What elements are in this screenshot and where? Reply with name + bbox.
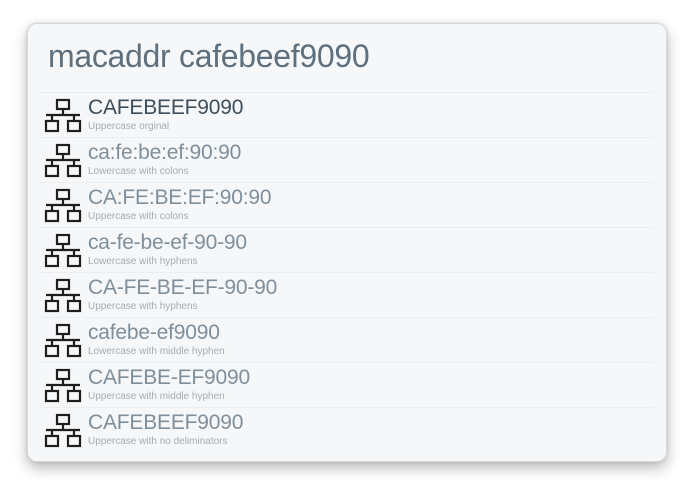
result-subtitle: Lowercase with colons: [88, 166, 189, 177]
launcher-window: macaddr cafebeef9090 CAFEBEEF9090 Upperc…: [27, 23, 667, 462]
result-subtitle: Uppercase orginal: [88, 121, 170, 132]
result-title: CAFEBEEF9090: [88, 96, 244, 119]
result-item[interactable]: CAFEBE-EF9090 Uppercase with middle hyph…: [40, 362, 654, 407]
query-input[interactable]: macaddr cafebeef9090: [48, 38, 370, 75]
result-subtitle: Lowercase with middle hyphen: [88, 346, 225, 357]
network-topology-icon: [44, 143, 82, 179]
result-subtitle: Uppercase with middle hyphen: [88, 391, 225, 402]
result-item[interactable]: ca-fe-be-ef-90-90 Lowercase with hyphens: [40, 227, 654, 272]
network-topology-icon: [44, 233, 82, 269]
result-item[interactable]: CA:FE:BE:EF:90:90 Uppercase with colons: [40, 182, 654, 227]
network-topology-icon: [44, 323, 82, 359]
result-subtitle: Uppercase with hyphens: [88, 301, 198, 312]
result-item[interactable]: ca:fe:be:ef:90:90 Lowercase with colons: [40, 137, 654, 182]
result-title: ca:fe:be:ef:90:90: [88, 141, 242, 164]
result-title: CAFEBE-EF9090: [88, 366, 250, 389]
result-item[interactable]: CAFEBEEF9090 Uppercase orginal: [40, 92, 654, 137]
result-item[interactable]: CA-FE-BE-EF-90-90 Uppercase with hyphens: [40, 272, 654, 317]
network-topology-icon: [44, 368, 82, 404]
network-topology-icon: [44, 278, 82, 314]
result-subtitle: Uppercase with colons: [88, 211, 189, 222]
result-title: ca-fe-be-ef-90-90: [88, 231, 247, 254]
network-topology-icon: [44, 188, 82, 224]
result-title: CAFEBEEF9090: [88, 411, 244, 434]
result-subtitle: Uppercase with no deliminators: [88, 436, 228, 447]
network-topology-icon: [44, 98, 82, 134]
result-item[interactable]: CAFEBEEF9090 Uppercase with no deliminat…: [40, 407, 654, 452]
result-title: cafebe-ef9090: [88, 321, 220, 344]
result-item[interactable]: cafebe-ef9090 Lowercase with middle hyph…: [40, 317, 654, 362]
result-subtitle: Lowercase with hyphens: [88, 256, 198, 267]
result-title: CA:FE:BE:EF:90:90: [88, 186, 272, 209]
result-title: CA-FE-BE-EF-90-90: [88, 276, 278, 299]
network-topology-icon: [44, 413, 82, 449]
results-list: CAFEBEEF9090 Uppercase orginal ca:fe:be:…: [40, 92, 654, 452]
